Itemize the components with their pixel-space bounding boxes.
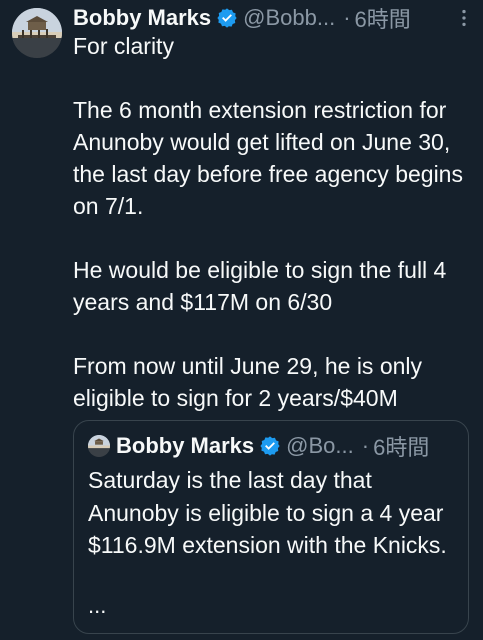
- quoted-author-name: Bobby Marks: [116, 433, 255, 458]
- tweet-paragraph: The 6 month extension restriction for An…: [73, 97, 463, 219]
- quoted-author-handle: @Bo...: [286, 433, 354, 458]
- tweet-header: Bobby Marks @Bobb... · 6時間: [73, 4, 475, 32]
- tweet-paragraph: He would be eligible to sign the full 4 …: [73, 257, 447, 315]
- quoted-avatar: [88, 435, 110, 457]
- quoted-tweet-truncation: ...: [88, 593, 107, 618]
- quoted-tweet[interactable]: Bobby Marks @Bo... · 6時間 Saturday is the…: [73, 420, 469, 634]
- quoted-tweet-header: Bobby Marks @Bo... · 6時間: [88, 431, 456, 461]
- separator-dot: ·: [361, 433, 370, 458]
- quoted-timestamp: 6時間: [373, 435, 430, 460]
- quoted-tweet-text: Saturday is the last day that Anunoby is…: [88, 467, 447, 558]
- author-handle[interactable]: @Bobb...: [243, 5, 335, 31]
- avatar[interactable]: [12, 8, 62, 58]
- tweet-text: For clarity The 6 month extension restri…: [73, 30, 473, 414]
- verified-badge-icon: [259, 435, 281, 457]
- separator-dot: ·: [343, 5, 351, 30]
- tweet-paragraph: From now until June 29, he is only eligi…: [73, 353, 423, 411]
- tweet[interactable]: Bobby Marks @Bobb... · 6時間 For clarity T…: [0, 0, 483, 640]
- verified-badge-icon: [216, 7, 238, 29]
- author-name[interactable]: Bobby Marks: [73, 5, 211, 31]
- more-options-icon[interactable]: [453, 7, 475, 29]
- tweet-paragraph: For clarity: [73, 33, 174, 59]
